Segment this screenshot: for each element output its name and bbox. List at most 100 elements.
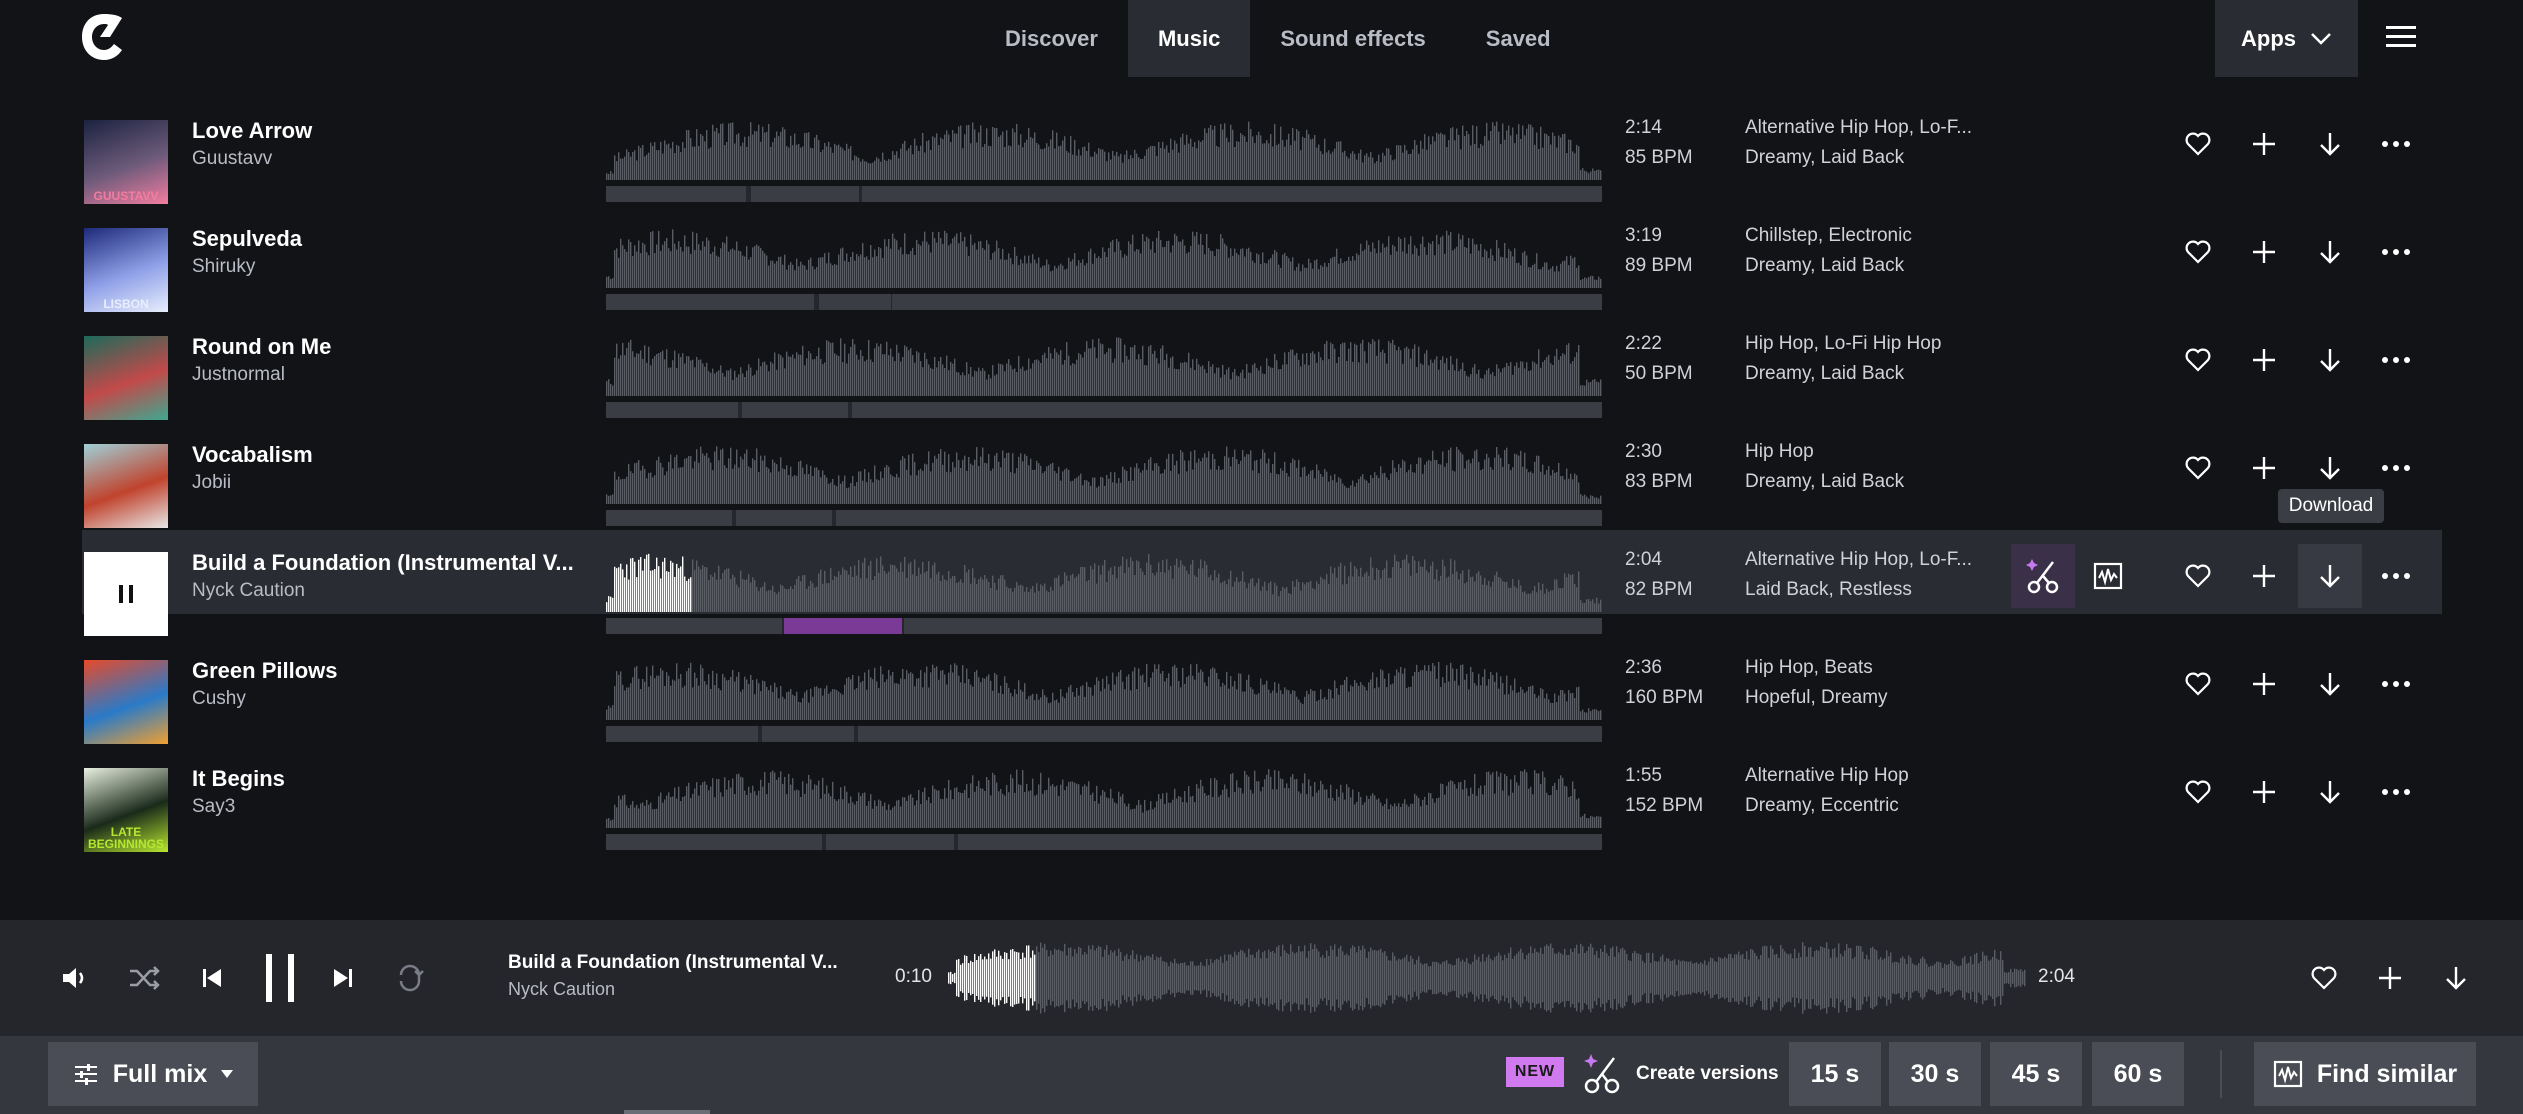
- album-cover[interactable]: LATE BEGINNINGS: [84, 768, 168, 852]
- track-row[interactable]: LISBON Sepulveda Shiruky 3:19 89 BPM Chi…: [0, 208, 2523, 316]
- next-icon[interactable]: [325, 960, 361, 996]
- track-title[interactable]: Round on Me: [192, 334, 331, 360]
- track-artist[interactable]: Jobii: [192, 472, 231, 494]
- like-heart-icon[interactable]: [2178, 448, 2218, 488]
- track-genres[interactable]: Alternative Hip Hop: [1745, 765, 1909, 787]
- duration-45s-button[interactable]: 45 s: [1990, 1042, 2082, 1106]
- segment[interactable]: [862, 186, 1602, 202]
- more-options-icon[interactable]: [2376, 448, 2416, 488]
- track-title[interactable]: It Begins: [192, 766, 285, 792]
- segment[interactable]: [606, 186, 746, 202]
- album-cover[interactable]: [84, 660, 168, 744]
- track-title[interactable]: Sepulveda: [192, 226, 302, 252]
- track-row[interactable]: Round on Me Justnormal 2:22 50 BPM Hip H…: [0, 316, 2523, 424]
- track-moods[interactable]: Hopeful, Dreamy: [1745, 687, 1888, 709]
- track-artist[interactable]: Nyck Caution: [192, 580, 305, 602]
- find-similar-row-button[interactable]: [2088, 556, 2128, 596]
- track-artist[interactable]: Say3: [192, 796, 235, 818]
- track-moods[interactable]: Dreamy, Laid Back: [1745, 471, 1904, 493]
- player-download-arrow-icon[interactable]: [2438, 960, 2474, 996]
- duration-30s-button[interactable]: 30 s: [1889, 1042, 1981, 1106]
- track-genres[interactable]: Alternative Hip Hop, Lo-F...: [1745, 117, 1972, 139]
- apps-button[interactable]: Apps: [2215, 0, 2358, 77]
- like-heart-icon[interactable]: [2178, 340, 2218, 380]
- like-heart-icon[interactable]: [2178, 772, 2218, 812]
- add-plus-icon[interactable]: [2244, 232, 2284, 272]
- like-heart-icon[interactable]: [2178, 232, 2218, 272]
- segment[interactable]: [736, 510, 832, 526]
- segment[interactable]: [826, 834, 954, 850]
- track-genres[interactable]: Hip Hop, Beats: [1745, 657, 1873, 679]
- add-plus-icon[interactable]: [2244, 448, 2284, 488]
- create-versions-row-button[interactable]: [2011, 544, 2075, 608]
- like-heart-icon[interactable]: [2178, 664, 2218, 704]
- track-artist[interactable]: Cushy: [192, 688, 246, 710]
- track-genres[interactable]: Alternative Hip Hop, Lo-F...: [1745, 549, 1972, 571]
- segment[interactable]: [606, 294, 814, 310]
- segment[interactable]: [606, 618, 782, 634]
- download-arrow-icon[interactable]: [2310, 340, 2350, 380]
- previous-icon[interactable]: [194, 960, 230, 996]
- segment[interactable]: [751, 186, 859, 202]
- segment[interactable]: [819, 294, 891, 310]
- album-cover[interactable]: LISBON: [84, 228, 168, 312]
- track-moods[interactable]: Laid Back, Restless: [1745, 579, 1912, 601]
- full-mix-dropdown[interactable]: Full mix: [48, 1042, 258, 1106]
- track-artist[interactable]: Shiruky: [192, 256, 255, 278]
- add-plus-icon[interactable]: [2244, 340, 2284, 380]
- volume-icon[interactable]: [56, 960, 92, 996]
- track-row[interactable]: Vocabalism Jobii 2:30 83 BPM Hip Hop Dre…: [0, 424, 2523, 532]
- track-row[interactable]: Green Pillows Cushy 2:36 160 BPM Hip Hop…: [0, 640, 2523, 748]
- shuffle-icon[interactable]: [127, 960, 163, 996]
- track-artist[interactable]: Guustavv: [192, 148, 272, 170]
- segment[interactable]: [606, 402, 738, 418]
- track-artist[interactable]: Justnormal: [192, 364, 285, 386]
- track-waveform[interactable]: [606, 334, 1602, 396]
- find-similar-button[interactable]: Find similar: [2254, 1042, 2476, 1106]
- segment[interactable]: [742, 402, 848, 418]
- segment[interactable]: [762, 726, 854, 742]
- cover-pause-button[interactable]: [84, 552, 168, 636]
- player-track-artist[interactable]: Nyck Caution: [508, 979, 615, 1000]
- download-arrow-icon[interactable]: [2310, 448, 2350, 488]
- track-title[interactable]: Love Arrow: [192, 118, 312, 144]
- hamburger-menu-icon[interactable]: [2384, 20, 2418, 54]
- track-title[interactable]: Build a Foundation (Instrumental V...: [192, 550, 574, 576]
- more-options-icon[interactable]: [2376, 772, 2416, 812]
- player-waveform[interactable]: [948, 940, 2026, 1016]
- track-genres[interactable]: Hip Hop: [1745, 441, 1814, 463]
- track-moods[interactable]: Dreamy, Laid Back: [1745, 255, 1904, 277]
- track-waveform[interactable]: [606, 658, 1602, 720]
- download-arrow-icon[interactable]: [2298, 544, 2362, 608]
- more-options-icon[interactable]: [2376, 232, 2416, 272]
- track-waveform[interactable]: [606, 118, 1602, 180]
- duration-60s-button[interactable]: 60 s: [2092, 1042, 2184, 1106]
- like-heart-icon[interactable]: [2178, 124, 2218, 164]
- segment[interactable]: [904, 618, 1602, 634]
- segment[interactable]: [958, 834, 1602, 850]
- track-moods[interactable]: Dreamy, Laid Back: [1745, 363, 1904, 385]
- track-row[interactable]: LATE BEGINNINGS It Begins Say3 1:55 152 …: [0, 748, 2523, 856]
- like-heart-icon[interactable]: [2178, 556, 2218, 596]
- add-plus-icon[interactable]: [2244, 124, 2284, 164]
- repeat-icon[interactable]: [392, 960, 428, 996]
- download-arrow-icon[interactable]: [2310, 772, 2350, 812]
- track-genres[interactable]: Hip Hop, Lo-Fi Hip Hop: [1745, 333, 1941, 355]
- track-waveform[interactable]: [606, 550, 1602, 612]
- duration-15s-button[interactable]: 15 s: [1789, 1042, 1881, 1106]
- track-row[interactable]: Build a Foundation (Instrumental V... Ny…: [0, 530, 2523, 640]
- horizontal-scrollbar[interactable]: [624, 1110, 710, 1114]
- add-plus-icon[interactable]: [2244, 556, 2284, 596]
- track-title[interactable]: Green Pillows: [192, 658, 338, 684]
- segment[interactable]: [836, 510, 1602, 526]
- track-genres[interactable]: Chillstep, Electronic: [1745, 225, 1912, 247]
- nav-music[interactable]: Music: [1127, 0, 1251, 77]
- album-cover[interactable]: [84, 444, 168, 528]
- track-waveform[interactable]: [606, 442, 1602, 504]
- more-options-icon[interactable]: [2376, 124, 2416, 164]
- player-like-heart-icon[interactable]: [2306, 960, 2342, 996]
- album-cover[interactable]: GUUSTAVV: [84, 120, 168, 204]
- track-title[interactable]: Vocabalism: [192, 442, 313, 468]
- segment[interactable]: [606, 726, 758, 742]
- segment[interactable]: [606, 510, 732, 526]
